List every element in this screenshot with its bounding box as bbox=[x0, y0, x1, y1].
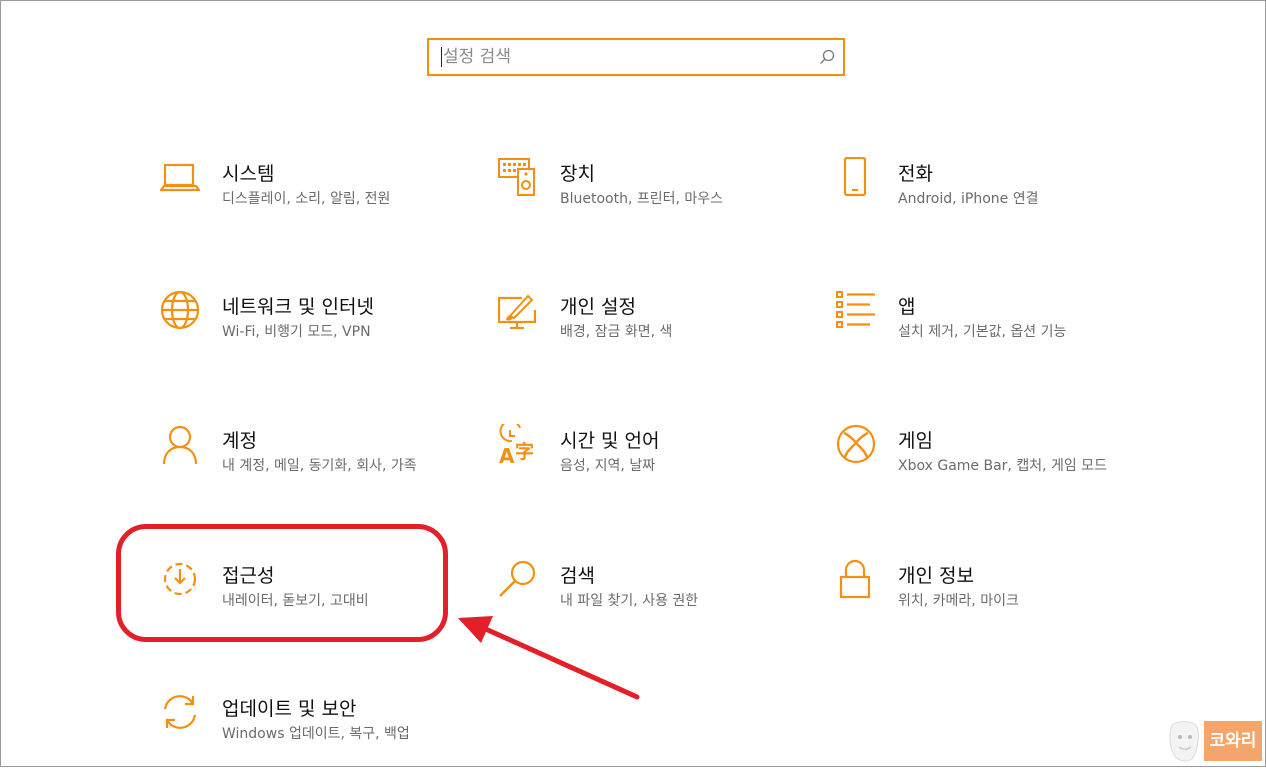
search-icon[interactable] bbox=[819, 49, 835, 65]
tile-title: 시스템 bbox=[222, 163, 275, 185]
tile-title: 개인 설정 bbox=[560, 296, 636, 318]
tile-accounts[interactable]: 계정 내 계정, 메일, 동기화, 회사, 가족 bbox=[160, 424, 460, 504]
watermark: 코와리 bbox=[1166, 719, 1262, 763]
tile-title: 개인 정보 bbox=[898, 565, 974, 587]
watermark-label: 코와리 bbox=[1204, 721, 1262, 761]
tile-title: 장치 bbox=[560, 163, 595, 185]
tile-phone[interactable]: 전화 Android, iPhone 연결 bbox=[836, 157, 1136, 237]
svg-text:字: 字 bbox=[515, 440, 534, 463]
tile-description: Android, iPhone 연결 bbox=[898, 191, 1039, 207]
tile-title: 업데이트 및 보안 bbox=[222, 698, 357, 720]
sync-icon bbox=[163, 695, 197, 729]
tile-description: 배경, 잠금 화면, 색 bbox=[560, 324, 673, 340]
search-input[interactable] bbox=[439, 40, 813, 74]
tile-personalization[interactable]: 개인 설정 배경, 잠금 화면, 색 bbox=[498, 290, 798, 370]
laptop-icon bbox=[160, 163, 200, 192]
xbox-icon bbox=[836, 424, 876, 464]
highlight-box bbox=[116, 524, 448, 642]
tile-title: 전화 bbox=[898, 163, 933, 185]
mascot-icon bbox=[1169, 721, 1199, 762]
tile-description: 내 파일 찾기, 사용 권한 bbox=[560, 593, 699, 609]
tile-description: Bluetooth, 프린터, 마우스 bbox=[560, 191, 724, 207]
tile-system[interactable]: 시스템 디스플레이, 소리, 알림, 전원 bbox=[160, 157, 460, 237]
tile-description: Windows 업데이트, 복구, 백업 bbox=[222, 726, 410, 742]
tile-privacy[interactable]: 개인 정보 위치, 카메라, 마이크 bbox=[836, 559, 1136, 639]
tile-title: 검색 bbox=[560, 565, 595, 587]
tile-title: 앱 bbox=[898, 296, 916, 318]
search-magnifier-icon bbox=[499, 560, 536, 597]
tile-title: 게임 bbox=[898, 430, 933, 452]
tile-title: 시간 및 언어 bbox=[560, 430, 660, 452]
tile-description: 위치, 카메라, 마이크 bbox=[898, 593, 1019, 609]
tile-description: Wi-Fi, 비행기 모드, VPN bbox=[222, 324, 371, 340]
personalization-icon bbox=[498, 294, 537, 330]
lock-icon bbox=[839, 559, 871, 599]
time-language-icon: A 字 bbox=[499, 424, 534, 464]
search-box[interactable] bbox=[427, 38, 845, 76]
tile-description: 설치 제거, 기본값, 옵션 기능 bbox=[898, 324, 1067, 340]
tile-description: 내 계정, 메일, 동기화, 회사, 가족 bbox=[222, 458, 417, 474]
tile-description: 디스플레이, 소리, 알림, 전원 bbox=[222, 191, 391, 207]
tile-description: Xbox Game Bar, 캡처, 게임 모드 bbox=[898, 458, 1107, 474]
tile-apps[interactable]: 앱 설치 제거, 기본값, 옵션 기능 bbox=[836, 290, 1136, 370]
annotation-arrow bbox=[458, 616, 640, 700]
tile-title: 네트워크 및 인터넷 bbox=[222, 296, 374, 318]
phone-icon bbox=[843, 157, 867, 197]
tile-network[interactable]: 네트워크 및 인터넷 Wi-Fi, 비행기 모드, VPN bbox=[160, 290, 460, 370]
tile-gaming[interactable]: 게임 Xbox Game Bar, 캡처, 게임 모드 bbox=[836, 424, 1136, 504]
apps-list-icon bbox=[836, 291, 875, 328]
tile-devices[interactable]: 장치 Bluetooth, 프린터, 마우스 bbox=[498, 157, 798, 237]
tile-time-language[interactable]: A 字 시간 및 언어 음성, 지역, 날짜 bbox=[498, 424, 798, 504]
tile-update-security[interactable]: 업데이트 및 보안 Windows 업데이트, 복구, 백업 bbox=[160, 692, 460, 772]
svg-text:A: A bbox=[499, 444, 515, 464]
devices-icon bbox=[498, 158, 535, 196]
tile-description: 음성, 지역, 날짜 bbox=[560, 458, 656, 474]
globe-icon bbox=[160, 290, 200, 330]
person-icon bbox=[162, 425, 198, 464]
tile-title: 계정 bbox=[222, 430, 257, 452]
